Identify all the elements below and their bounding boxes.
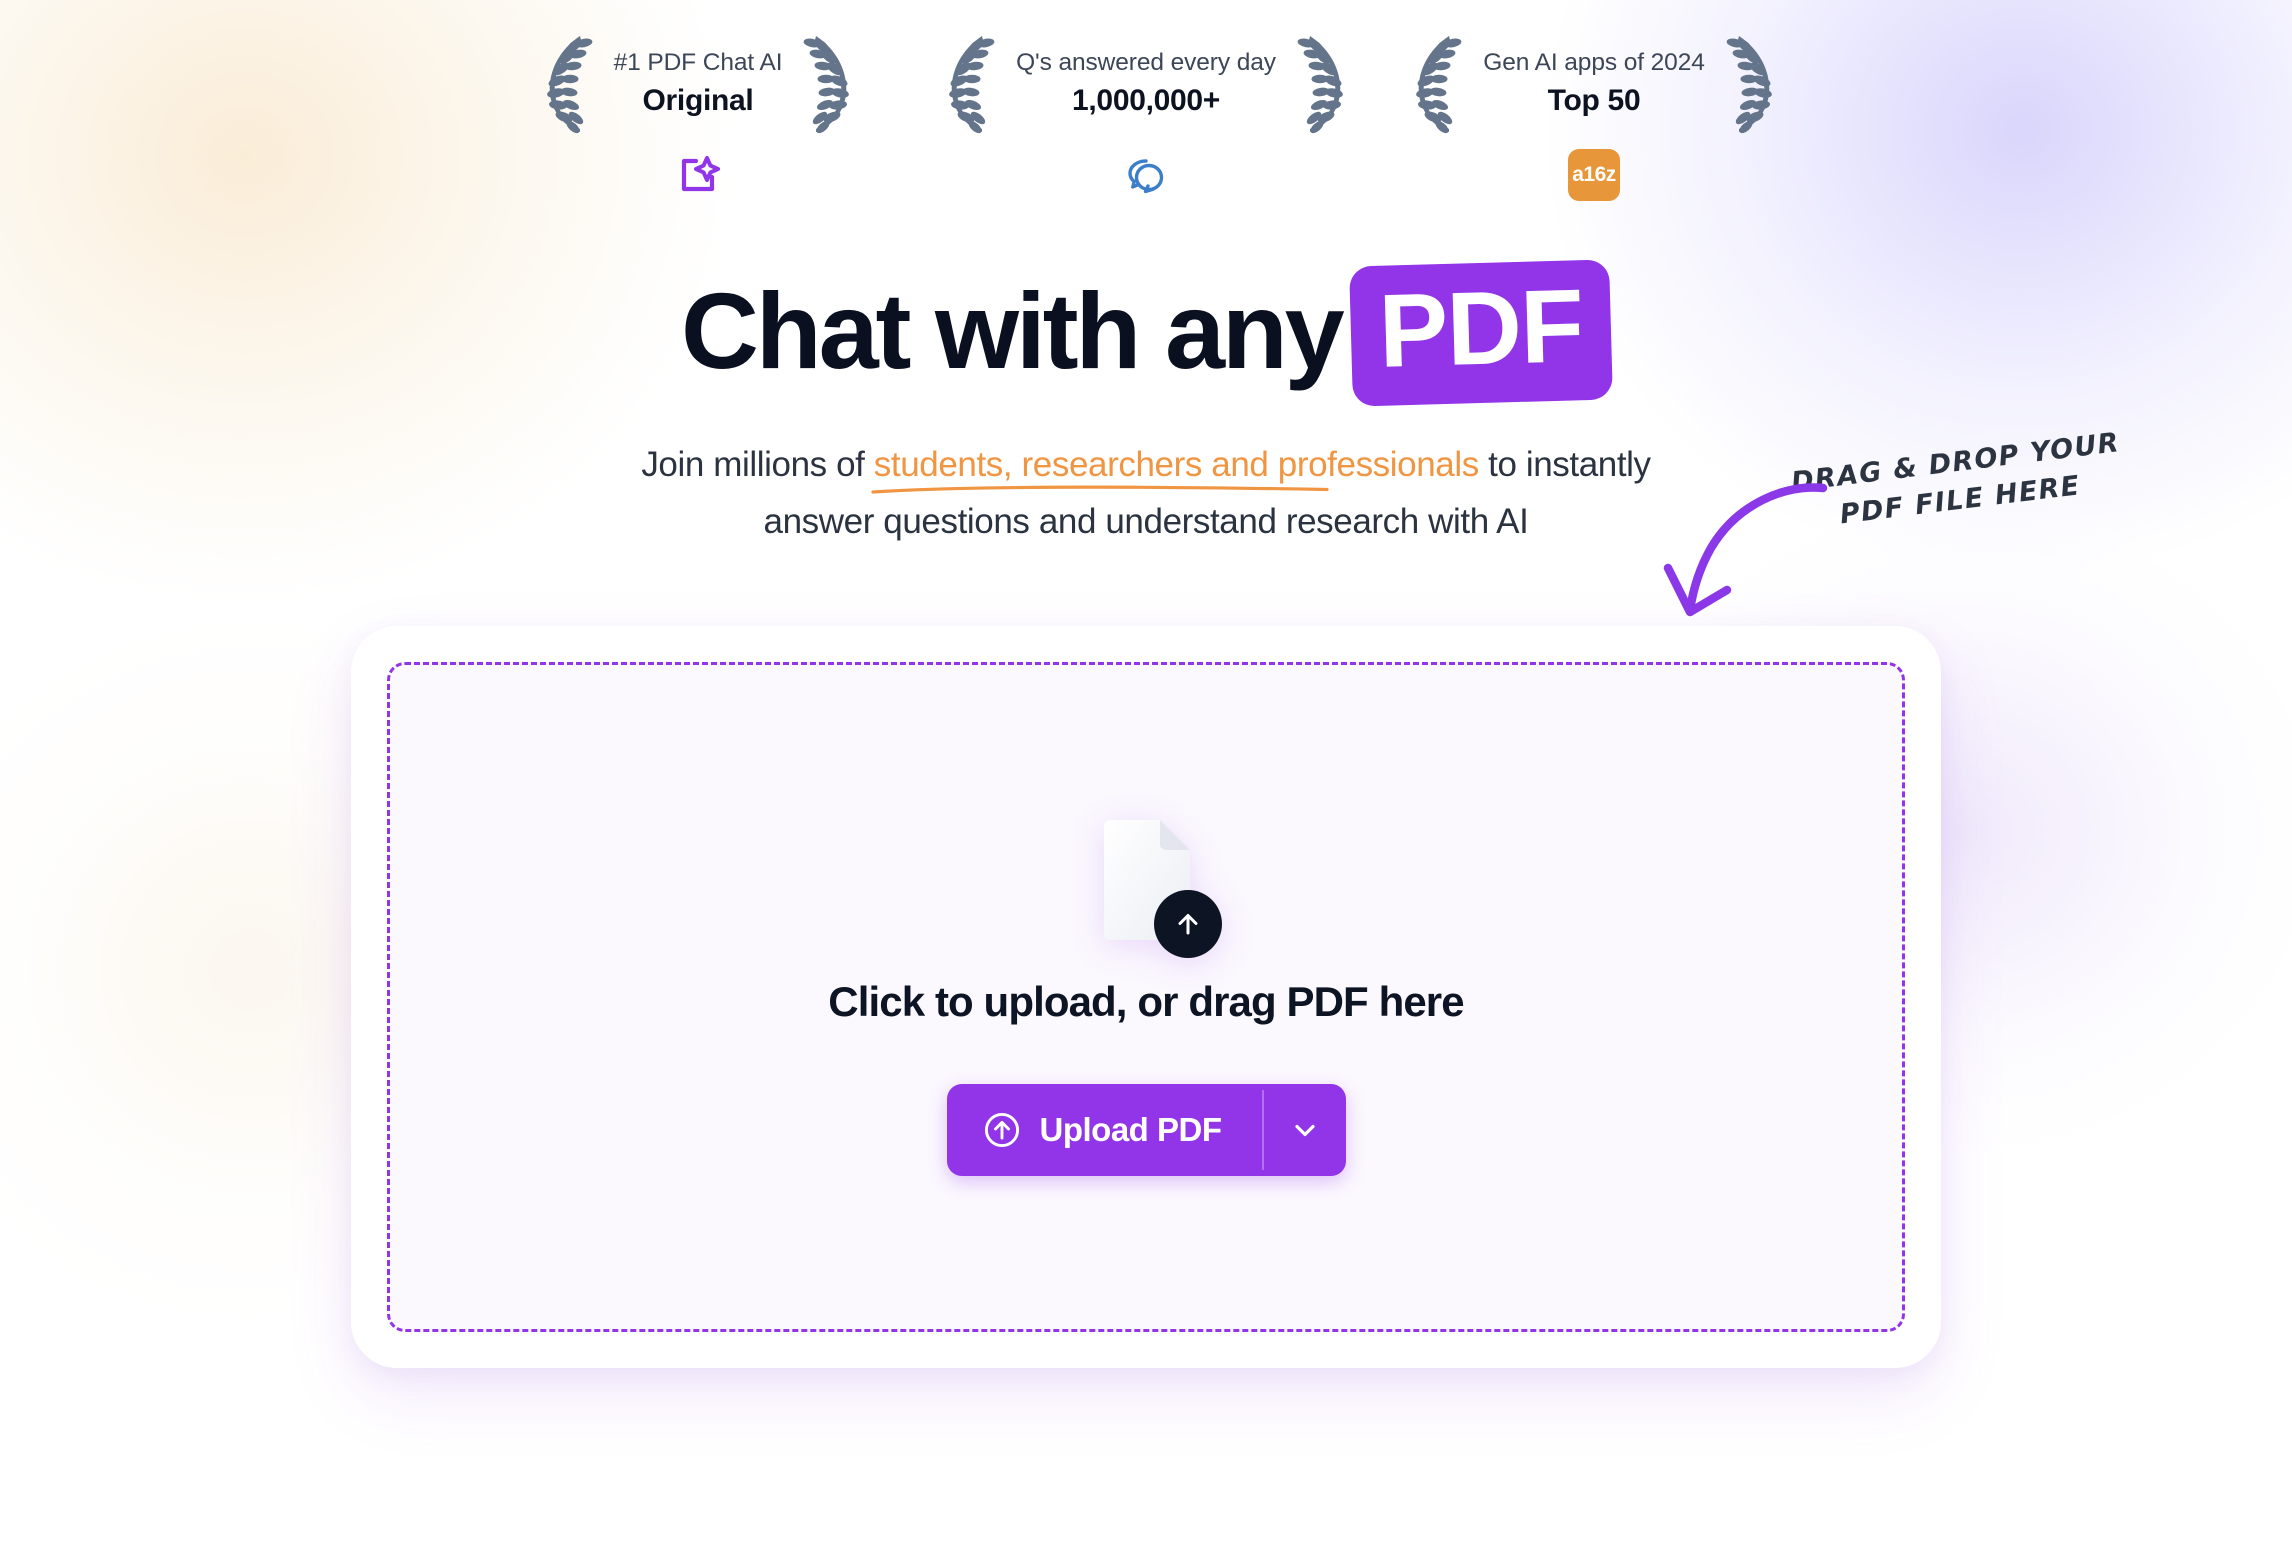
award-text: #1 PDF Chat AI Original	[610, 48, 787, 120]
award-logo: a16z	[1568, 149, 1620, 201]
pdf-dropzone[interactable]: Click to upload, or drag PDF here Upload…	[387, 662, 1905, 1333]
laurel-left-icon	[1416, 36, 1462, 134]
award-badge-questions: Q's answered every day 1,000,000+	[949, 30, 1343, 199]
subtitle-before: Join millions of	[641, 445, 874, 484]
headline-prefix: Chat with any	[681, 270, 1345, 391]
chevron-down-icon	[1294, 1125, 1315, 1137]
a16z-logo-icon: a16z	[1568, 149, 1620, 201]
laurel-right-icon	[1297, 36, 1343, 134]
award-row: #1 PDF Chat AI Original	[540, 30, 857, 138]
upload-pdf-button[interactable]: Upload PDF	[947, 1084, 1262, 1176]
award-value: 1,000,000+	[1072, 83, 1220, 117]
headline-pdf-badge: PDF	[1349, 259, 1613, 407]
award-logo	[1123, 151, 1169, 199]
award-logo	[675, 151, 721, 199]
award-row: Gen AI apps of 2024 Top 50	[1409, 30, 1779, 138]
upload-card-wrapper: Drag & drop your PDF file here	[351, 427, 2122, 1369]
award-badge-top50: Gen AI apps of 2024 Top 50 a16z	[1414, 30, 1774, 201]
upload-badge	[1154, 890, 1222, 959]
arrow-up-icon	[1178, 914, 1198, 935]
sparkle-document-icon	[681, 156, 720, 192]
subtitle-after: to instantly	[1478, 445, 1651, 484]
award-text: Gen AI apps of 2024 Top 50	[1479, 48, 1709, 120]
awards-strip: #1 PDF Chat AI Original Q's answered eve…	[0, 0, 2292, 201]
upload-options-dropdown-button[interactable]	[1264, 1084, 1346, 1176]
dropzone-title: Click to upload, or drag PDF here	[828, 978, 1464, 1026]
upload-pdf-button-label: Upload PDF	[1039, 1111, 1223, 1149]
upload-card: Click to upload, or drag PDF here Upload…	[351, 626, 1941, 1369]
hero-subtitle: Join millions of students, researchers a…	[0, 437, 2292, 550]
award-text: Q's answered every day 1,000,000+	[1012, 48, 1280, 120]
award-label: Gen AI apps of 2024	[1483, 49, 1705, 77]
landing-page: #1 PDF Chat AI Original Q's answered eve…	[0, 0, 2292, 1544]
circle-arrow-up-icon	[984, 1113, 1019, 1148]
award-row: Q's answered every day 1,000,000+	[942, 30, 1350, 138]
subtitle-line-2: answer questions and understand research…	[763, 501, 1529, 541]
subtitle-highlight-link[interactable]: students, researchers and professionals	[871, 445, 1479, 494]
laurel-right-icon	[1726, 36, 1772, 134]
laurel-left-icon	[546, 36, 592, 134]
award-label: #1 PDF Chat AI	[613, 49, 783, 77]
award-value: Top 50	[1547, 83, 1641, 117]
highlight-underline-icon	[871, 485, 1329, 494]
page-title: Chat with any PDF	[0, 259, 2292, 407]
quora-chat-bubbles-icon	[1128, 159, 1164, 194]
upload-button-group[interactable]: Upload PDF	[946, 1084, 1346, 1177]
subtitle-highlight-text: students, researchers and professionals	[873, 445, 1479, 484]
document-upload-icon	[1098, 818, 1222, 959]
laurel-right-icon	[804, 36, 850, 134]
laurel-left-icon	[949, 36, 995, 134]
award-label: Q's answered every day	[1016, 49, 1276, 77]
award-badge-original: #1 PDF Chat AI Original	[518, 30, 878, 199]
award-value: Original	[642, 83, 754, 117]
